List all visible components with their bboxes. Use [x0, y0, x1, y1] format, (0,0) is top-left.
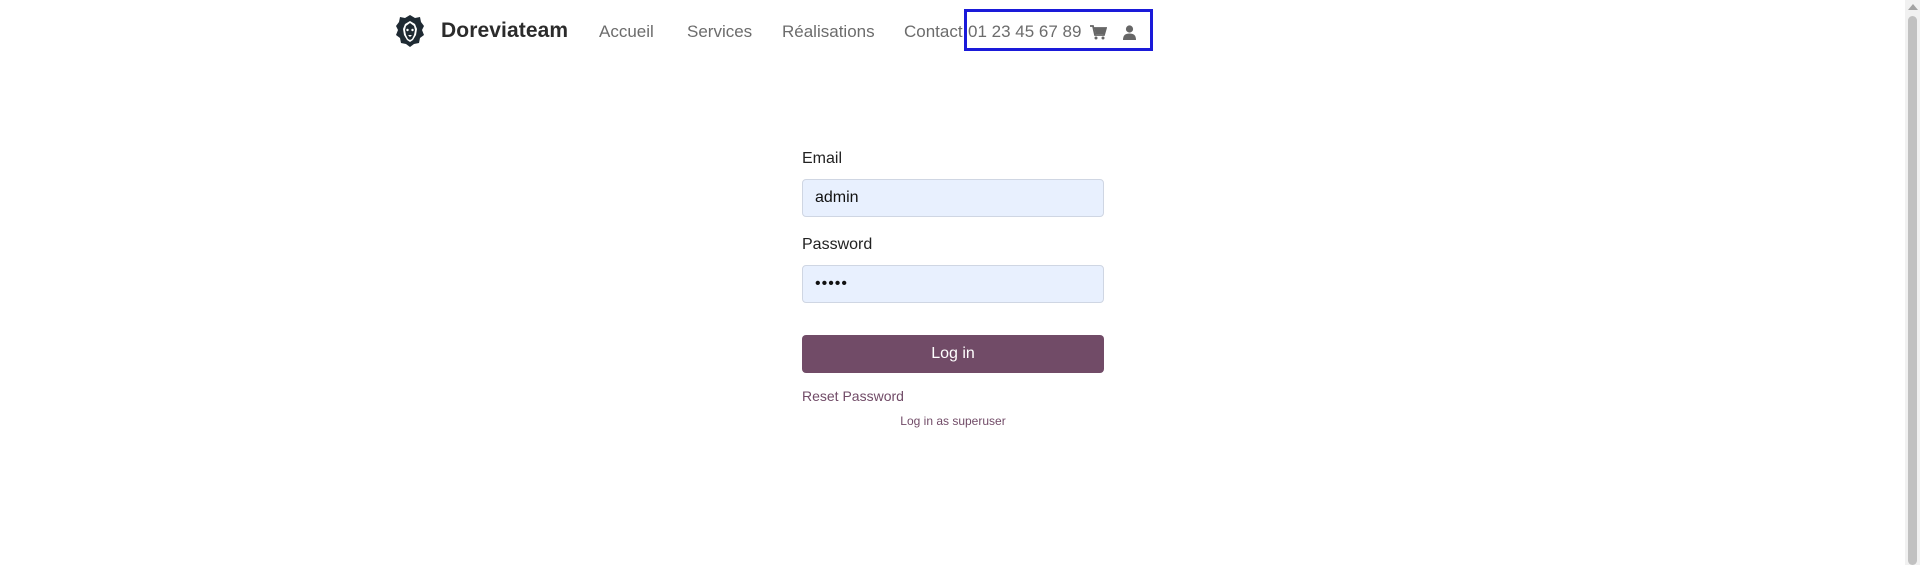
scroll-up-icon[interactable]: [1908, 4, 1918, 10]
vertical-scrollbar[interactable]: [1905, 0, 1920, 565]
phone-link[interactable]: 01 23 45 67 89: [968, 22, 1081, 42]
user-icon[interactable]: [1119, 22, 1139, 42]
login-button[interactable]: Log in: [802, 335, 1104, 373]
site-header: Doreviateam Accueil Services Réalisation…: [0, 0, 1905, 64]
password-label: Password: [802, 236, 873, 253]
nav-item-contact[interactable]: Contact: [904, 22, 963, 42]
lion-head-icon: [395, 14, 425, 48]
nav-item-services[interactable]: Services: [687, 22, 752, 42]
email-field[interactable]: [802, 179, 1104, 217]
nav-item-accueil[interactable]: Accueil: [599, 22, 654, 42]
email-label: Email: [802, 150, 843, 167]
superuser-login-link[interactable]: Log in as superuser: [802, 414, 1104, 428]
nav-item-realisations[interactable]: Réalisations: [782, 22, 875, 42]
reset-password-link[interactable]: Reset Password: [802, 388, 904, 404]
cart-icon[interactable]: [1088, 22, 1108, 42]
brand-name: Doreviateam: [441, 19, 569, 42]
scroll-thumb[interactable]: [1908, 16, 1917, 565]
brand-link[interactable]: Doreviateam: [395, 14, 568, 48]
page: Doreviateam Accueil Services Réalisation…: [0, 0, 1920, 565]
password-field[interactable]: [802, 265, 1104, 303]
